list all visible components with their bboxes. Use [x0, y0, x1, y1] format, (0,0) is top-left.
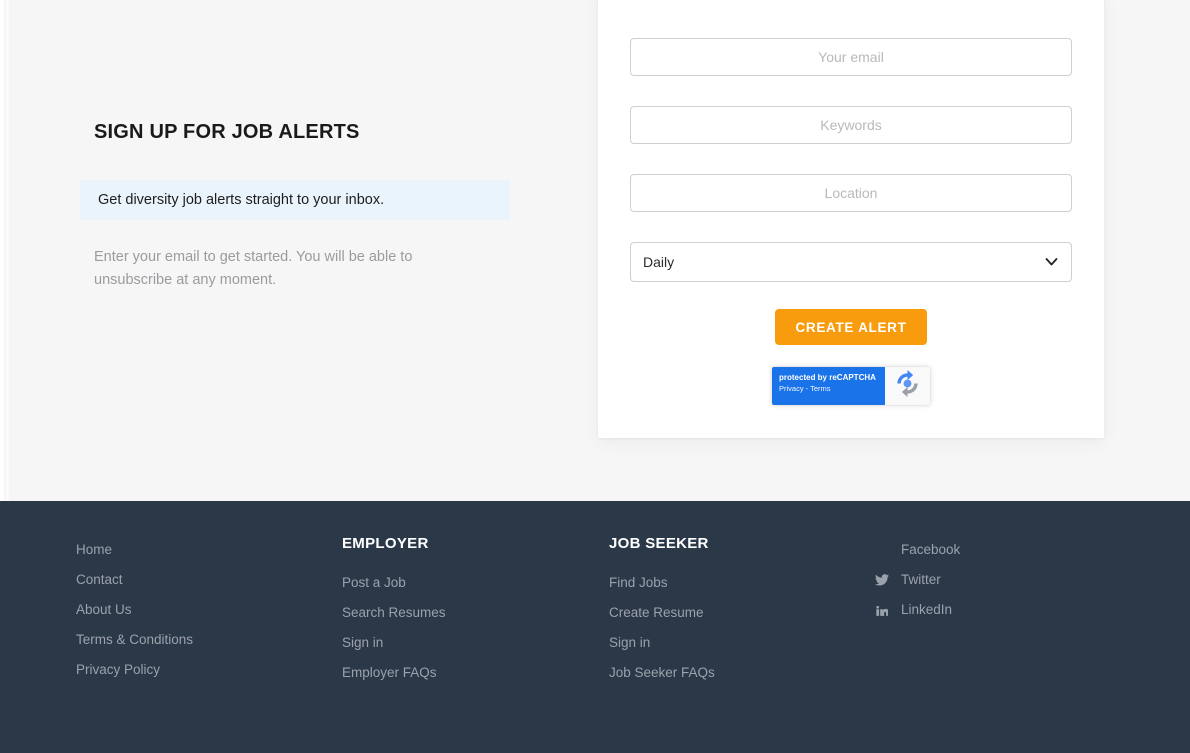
footer-link-employer-faqs[interactable]: Employer FAQs: [342, 658, 446, 688]
footer-link-create-resume[interactable]: Create Resume: [609, 598, 715, 628]
create-alert-button[interactable]: CREATE ALERT: [775, 309, 927, 345]
recaptcha-text-panel: protected by reCAPTCHA Privacy - Terms: [772, 367, 885, 405]
info-alert-box: Get diversity job alerts straight to you…: [80, 180, 510, 220]
footer-link-terms-conditions[interactable]: Terms & Conditions: [76, 625, 193, 655]
footer-link-contact[interactable]: Contact: [76, 565, 193, 595]
footer-link-find-jobs[interactable]: Find Jobs: [609, 568, 715, 598]
footer-link-search-resumes[interactable]: Search Resumes: [342, 598, 446, 628]
linkedin-icon: [875, 604, 893, 617]
footer-column-social: Facebook Twitter LinkedIn: [875, 535, 960, 625]
promo-section: SIGN UP FOR JOB ALERTS Get diversity job…: [80, 120, 524, 288]
footer-link-linkedin[interactable]: LinkedIn: [875, 595, 960, 625]
footer-link-about-us[interactable]: About Us: [76, 595, 193, 625]
footer-link-home[interactable]: Home: [76, 535, 193, 565]
page-root: SIGN UP FOR JOB ALERTS Get diversity job…: [0, 0, 1190, 753]
recaptcha-logo-panel: [885, 367, 930, 405]
recaptcha-row: protected by reCAPTCHA Privacy - Terms: [630, 367, 1072, 405]
frequency-select-wrapper: Daily: [630, 242, 1072, 282]
footer-link-privacy-policy[interactable]: Privacy Policy: [76, 655, 193, 685]
footer-link-twitter-label: Twitter: [901, 572, 941, 587]
info-alert-text: Get diversity job alerts straight to you…: [98, 192, 385, 208]
keywords-input[interactable]: [630, 106, 1072, 144]
recaptcha-icon: [894, 370, 921, 402]
page-title: SIGN UP FOR JOB ALERTS: [94, 121, 360, 143]
footer-link-job-seeker-sign-in[interactable]: Sign in: [609, 628, 715, 658]
footer-link-employer-sign-in[interactable]: Sign in: [342, 628, 446, 658]
location-input[interactable]: [630, 174, 1072, 212]
footer-heading-job-seeker: JOB SEEKER: [609, 535, 709, 552]
footer-heading-employer: EMPLOYER: [342, 535, 429, 552]
left-edge-gutter: [0, 0, 4, 501]
footer-column-general: Home Contact About Us Terms & Conditions…: [76, 535, 193, 685]
footer-link-twitter[interactable]: Twitter: [875, 565, 960, 595]
footer-link-post-a-job[interactable]: Post a Job: [342, 568, 446, 598]
footer-link-facebook[interactable]: Facebook: [875, 535, 960, 565]
job-alert-form: Daily CREATE ALERT protected by reCAPTCH…: [630, 38, 1072, 405]
site-footer: Home Contact About Us Terms & Conditions…: [0, 501, 1190, 753]
email-input[interactable]: [630, 38, 1072, 76]
footer-column-job-seeker: JOB SEEKER Find Jobs Create Resume Sign …: [609, 535, 715, 688]
frequency-select[interactable]: Daily: [630, 242, 1072, 282]
twitter-icon: [875, 574, 893, 586]
submit-row: CREATE ALERT: [630, 309, 1072, 345]
recaptcha-line2: Privacy - Terms: [779, 384, 831, 393]
left-edge-gutter-secondary: [6, 0, 9, 501]
promo-subtext: Enter your email to get started. You wil…: [94, 249, 413, 289]
footer-column-employer: EMPLOYER Post a Job Search Resumes Sign …: [342, 535, 446, 688]
job-alert-form-card: Daily CREATE ALERT protected by reCAPTCH…: [598, 0, 1104, 438]
footer-link-linkedin-label: LinkedIn: [901, 602, 953, 617]
recaptcha-badge[interactable]: protected by reCAPTCHA Privacy - Terms: [772, 367, 930, 405]
footer-link-facebook-label: Facebook: [901, 542, 961, 557]
recaptcha-line1: protected by reCAPTCHA: [779, 373, 876, 382]
footer-link-job-seeker-faqs[interactable]: Job Seeker FAQs: [609, 658, 715, 688]
